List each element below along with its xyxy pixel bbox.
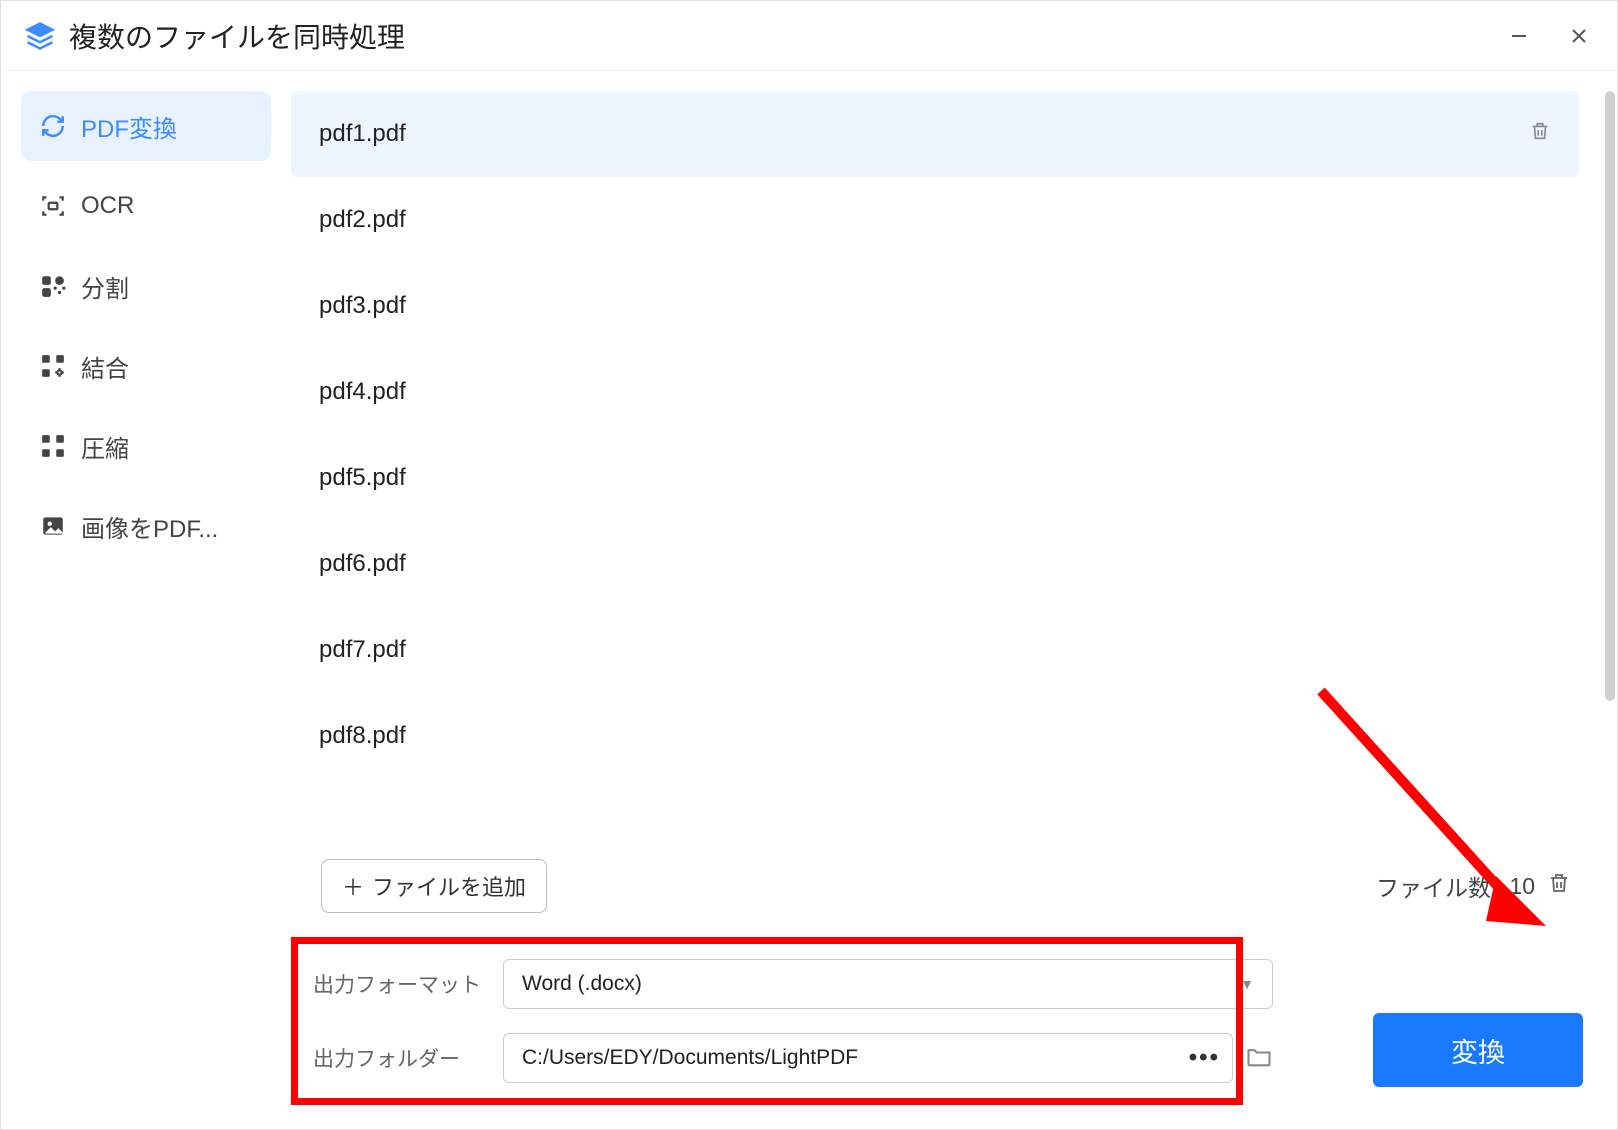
app-icon [25,21,55,51]
file-name: pdf3.pdf [319,292,406,320]
file-name: pdf5.pdf [319,464,406,492]
file-row[interactable]: pdf2.pdf [291,177,1579,263]
close-button[interactable] [1565,22,1593,50]
sidebar-item-label: OCR [81,192,134,220]
output-folder-row: 出力フォルダー C:/Users/EDY/Documents/LightPDF … [313,1033,1273,1083]
file-row[interactable]: pdf6.pdf [291,521,1579,607]
output-format-row: 出力フォーマット Word (.docx) ▼ [313,959,1273,1009]
main-panel: pdf1.pdf pdf2.pdf pdf3.pdf pdf4.pdf pdf5… [291,71,1617,1129]
output-folder-label: 出力フォルダー [313,1043,483,1073]
browse-dots-icon[interactable]: ••• [1189,1044,1220,1072]
sidebar-item-label: 結合 [81,349,129,384]
compress-icon [39,432,67,460]
file-name: pdf8.pdf [319,722,406,750]
minimize-button[interactable] [1505,22,1533,50]
sidebar-item-image-to-pdf[interactable]: 画像をPDF... [21,491,271,561]
output-format-value: Word (.docx) [522,972,642,996]
file-name: pdf7.pdf [319,636,406,664]
sidebar-item-ocr[interactable]: OCR [21,171,271,241]
file-count-label: ファイル数: [1376,869,1497,903]
plus-icon: ＋ [342,870,364,902]
scrollbar[interactable] [1605,91,1615,701]
sidebar-item-label: PDF変換 [81,109,177,144]
output-folder-value: C:/Users/EDY/Documents/LightPDF [522,1046,858,1070]
chevron-down-icon: ▼ [1240,976,1254,992]
sidebar-item-label: 圧縮 [81,429,129,464]
body: PDF変換 OCR [1,71,1617,1129]
convert-label: 変換 [1451,1038,1505,1068]
window-controls [1505,22,1593,50]
sidebar-item-pdf-convert[interactable]: PDF変換 [21,91,271,161]
file-name: pdf4.pdf [319,378,406,406]
file-name: pdf1.pdf [319,120,406,148]
image-icon [39,512,67,540]
trash-all-icon[interactable] [1547,871,1571,901]
sidebar-item-split[interactable]: 分割 [21,251,271,321]
file-row[interactable]: pdf3.pdf [291,263,1579,349]
sidebar: PDF変換 OCR [1,71,291,1129]
trash-icon[interactable] [1529,120,1551,149]
sidebar-item-label: 画像をPDF... [81,509,218,544]
output-fields: 出力フォーマット Word (.docx) ▼ 出力フォルダー C:/Users… [291,937,1353,1105]
file-row[interactable]: pdf5.pdf [291,435,1579,521]
file-name: pdf2.pdf [319,206,406,234]
file-name: pdf6.pdf [319,550,406,578]
sidebar-item-compress[interactable]: 圧縮 [21,411,271,481]
file-row[interactable]: pdf7.pdf [291,607,1579,693]
convert-button[interactable]: 変換 [1373,1013,1583,1087]
add-file-button[interactable]: ＋ ファイルを追加 [321,859,547,913]
output-format-label: 出力フォーマット [313,969,483,999]
convert-icon [39,112,67,140]
bottom-panel: 出力フォーマット Word (.docx) ▼ 出力フォルダー C:/Users… [291,937,1601,1105]
titlebar: 複数のファイルを同時処理 [1,1,1617,71]
ocr-icon [39,192,67,220]
app-window: 複数のファイルを同時処理 PDF変換 [0,0,1618,1130]
output-folder-controls: C:/Users/EDY/Documents/LightPDF ••• [503,1033,1273,1083]
file-list: pdf1.pdf pdf2.pdf pdf3.pdf pdf4.pdf pdf5… [291,91,1601,849]
open-folder-icon[interactable] [1245,1042,1273,1075]
add-file-row: ＋ ファイルを追加 ファイル数: 10 [291,849,1601,913]
add-file-label: ファイルを追加 [372,870,526,902]
file-count-value: 10 [1509,873,1535,900]
merge-icon [39,352,67,380]
sidebar-item-label: 分割 [81,269,129,304]
window-title: 複数のファイルを同時処理 [69,16,1505,56]
output-format-select[interactable]: Word (.docx) ▼ [503,959,1273,1009]
file-count: ファイル数: 10 [1376,869,1571,903]
file-row[interactable]: pdf1.pdf [291,91,1579,177]
file-row[interactable]: pdf4.pdf [291,349,1579,435]
output-folder-input[interactable]: C:/Users/EDY/Documents/LightPDF ••• [503,1033,1233,1083]
sidebar-item-merge[interactable]: 結合 [21,331,271,401]
file-row[interactable]: pdf8.pdf [291,693,1579,779]
split-icon [39,272,67,300]
